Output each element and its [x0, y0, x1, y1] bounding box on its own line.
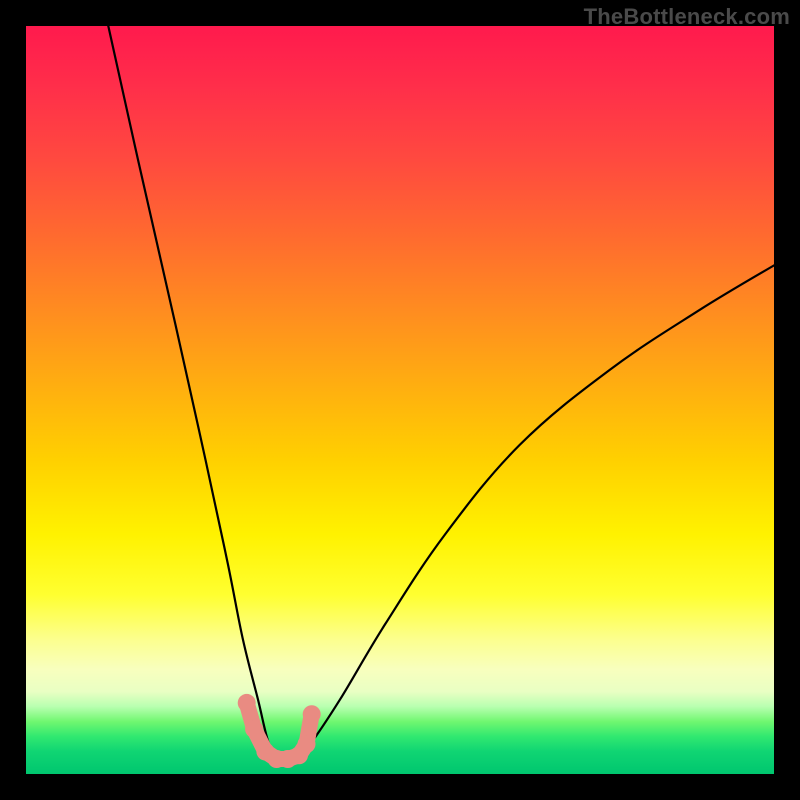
plot-area — [26, 26, 774, 774]
highlight-dots — [238, 694, 321, 768]
watermark-text: TheBottleneck.com — [584, 4, 790, 30]
highlight-dot — [238, 694, 256, 712]
chart-svg — [26, 26, 774, 774]
highlight-dot — [245, 720, 263, 738]
bottleneck-curve — [108, 26, 774, 761]
chart-frame: TheBottleneck.com — [0, 0, 800, 800]
highlight-dot — [303, 705, 321, 723]
highlight-dot — [298, 735, 316, 753]
